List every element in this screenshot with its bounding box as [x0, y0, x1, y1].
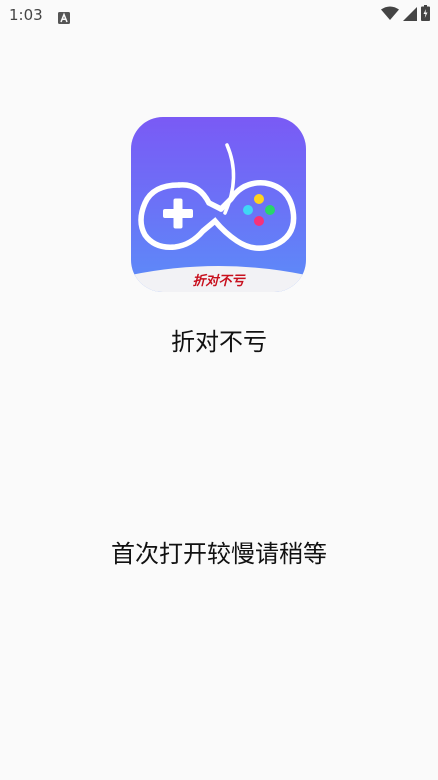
app-logo-icon: 折对不亏	[131, 117, 306, 292]
cell-signal-icon	[403, 6, 417, 25]
status-bar: 1:03	[0, 0, 438, 30]
status-icons	[381, 5, 430, 25]
battery-charging-icon	[421, 5, 430, 25]
icon-badge-text: 折对不亏	[192, 273, 246, 289]
wifi-icon	[381, 6, 399, 25]
loading-message: 首次打开较慢请稍等	[111, 540, 327, 568]
splash-screen: 1:03 折对不亏 折对不亏 首次打开较慢请稍等	[0, 0, 438, 780]
a-letter-icon	[58, 9, 70, 24]
status-time: 1:03	[9, 6, 43, 24]
app-name: 折对不亏	[171, 328, 267, 356]
